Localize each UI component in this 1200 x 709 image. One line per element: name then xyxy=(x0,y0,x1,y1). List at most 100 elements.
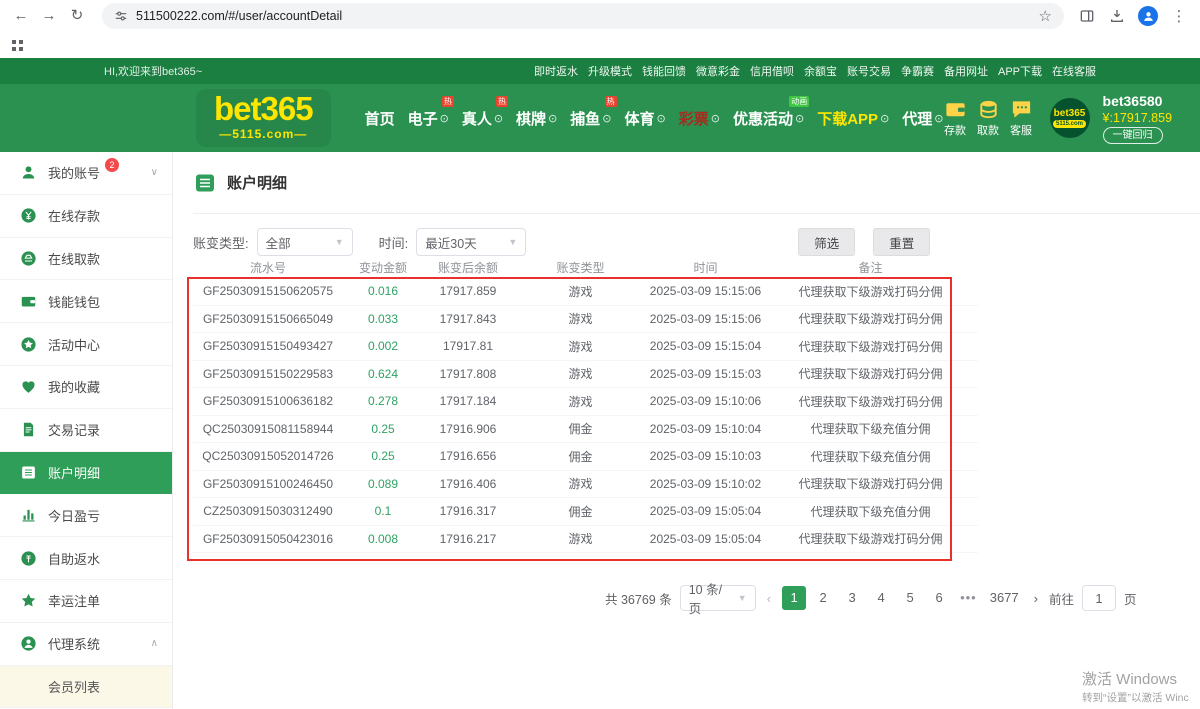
sidebar-item-agent-system[interactable]: 代理系统∧ xyxy=(0,623,172,666)
topbar-link[interactable]: 升级模式 xyxy=(588,63,632,79)
sidebar: 我的账号2∨ 在线存款在线取款钱能钱包活动中心我的收藏交易记录账户明细今日盈亏自助… xyxy=(0,152,173,709)
profile-avatar[interactable] xyxy=(1138,6,1158,26)
sidebar-item-qianneng-wallet[interactable]: 钱能钱包 xyxy=(0,280,172,323)
nav-item-download-app[interactable]: 下载APP⊙ xyxy=(817,108,889,129)
menu-icon[interactable]: ⋮ xyxy=(1170,7,1188,25)
side-panel-icon[interactable] xyxy=(1078,7,1096,25)
nav-item-slots[interactable]: 电子⊙热 xyxy=(408,108,449,129)
topbar-link[interactable]: 在线客服 xyxy=(1052,63,1096,79)
sidebar-item-member-list[interactable]: 会员列表 xyxy=(0,666,172,709)
page-button[interactable]: 4 xyxy=(869,586,893,610)
sidebar-item-label: 在线存款 xyxy=(48,206,100,225)
sidebar-item-activity-center[interactable]: 活动中心 xyxy=(0,323,172,366)
bookmark-star-icon[interactable]: ☆ xyxy=(1039,7,1052,25)
page-button[interactable]: 3 xyxy=(840,586,864,610)
topbar-link[interactable]: 微意彩金 xyxy=(696,63,740,79)
page-button[interactable]: 5 xyxy=(898,586,922,610)
cell-amount: 0.25 xyxy=(343,422,423,436)
sidebar-item-my-favorites[interactable]: 我的收藏 xyxy=(0,366,172,409)
page-list: 123456•••3677 xyxy=(782,586,1023,610)
sidebar-item-online-withdraw[interactable]: 在线取款 xyxy=(0,238,172,281)
next-page-button[interactable]: › xyxy=(1031,591,1041,606)
nav-item-promotions[interactable]: 优惠活动⊙动画 xyxy=(733,108,804,129)
chevron-down-icon: ∨ xyxy=(151,167,158,178)
circle-dot-icon: ⊙ xyxy=(657,112,666,125)
sidebar-item-online-deposit[interactable]: 在线存款 xyxy=(0,195,172,238)
nav-item-agent[interactable]: 代理⊙ xyxy=(902,108,943,129)
rebate-icon xyxy=(20,550,37,567)
deposit-icon xyxy=(20,207,37,224)
cell-type: 游戏 xyxy=(513,365,648,382)
prev-page-button[interactable]: ‹ xyxy=(764,591,774,606)
url-bar[interactable]: 511500222.com/#/user/accountDetail ☆ xyxy=(102,3,1064,29)
topbar-link[interactable]: APP下载 xyxy=(998,63,1042,79)
topbar-link[interactable]: 余额宝 xyxy=(804,63,837,79)
time-filter-label: 时间: xyxy=(379,233,409,252)
nav-item-lottery[interactable]: 彩票⊙ xyxy=(679,108,720,129)
quick-action-deposit[interactable]: 存款 xyxy=(944,98,967,138)
filter-button[interactable]: 筛选 xyxy=(798,228,855,256)
topbar-link[interactable]: 账号交易 xyxy=(847,63,891,79)
site-settings-icon[interactable] xyxy=(114,9,128,23)
account-detail-icon xyxy=(193,171,217,195)
cell-time: 2025-03-09 15:05:04 xyxy=(648,504,763,518)
column-header: 流水号 xyxy=(193,259,343,276)
screen: ← → ↻ 511500222.com/#/user/accountDetail… xyxy=(0,0,1200,709)
reload-icon[interactable]: ↻ xyxy=(66,5,88,27)
page-button[interactable]: 6 xyxy=(927,586,951,610)
sidebar-item-label: 我的账号 xyxy=(48,163,100,182)
url-text: 511500222.com/#/user/accountDetail xyxy=(136,9,1031,23)
coins-yellow-icon xyxy=(977,98,1000,121)
sidebar-item-label: 今日盈亏 xyxy=(48,506,100,525)
quick-action-withdraw[interactable]: 取款 xyxy=(977,98,1000,138)
nav-item-live[interactable]: 真人⊙热 xyxy=(462,108,503,129)
topbar-link[interactable]: 信用借呗 xyxy=(750,63,794,79)
cell-balance-after: 17916.656 xyxy=(423,449,513,463)
topbar-link[interactable]: 争霸赛 xyxy=(901,63,934,79)
apps-grid-icon[interactable] xyxy=(12,40,23,51)
cell-time: 2025-03-09 15:10:02 xyxy=(648,477,763,491)
sidebar-item-self-rebate[interactable]: 自助返水 xyxy=(0,537,172,580)
quick-action-label: 客服 xyxy=(1010,122,1032,138)
sidebar-item-lucky-bets[interactable]: 幸运注单 xyxy=(0,580,172,623)
quick-action-label: 存款 xyxy=(944,122,966,138)
sidebar-item-today-profit[interactable]: 今日盈亏 xyxy=(0,494,172,537)
back-icon[interactable]: ← xyxy=(10,5,32,27)
goto-suffix: 页 xyxy=(1124,589,1137,608)
forward-icon[interactable]: → xyxy=(38,5,60,27)
time-select-value: 最近30天 xyxy=(425,233,476,252)
cell-remark: 代理获取下级游戏打码分佣 xyxy=(763,530,978,547)
cell-balance-after: 17916.217 xyxy=(423,532,513,546)
quick-action-service[interactable]: 客服 xyxy=(1010,98,1033,138)
cell-time: 2025-03-09 15:15:06 xyxy=(648,312,763,326)
quick-action-label: 取款 xyxy=(977,122,999,138)
sidebar-item-transaction-records[interactable]: 交易记录 xyxy=(0,409,172,452)
page-button[interactable]: 3677 xyxy=(986,586,1023,610)
nav-item-home[interactable]: 首页 xyxy=(365,108,395,129)
nav-item-fishing[interactable]: 捕鱼⊙热 xyxy=(570,108,611,129)
page-button[interactable]: 1 xyxy=(782,586,806,610)
circle-dot-icon: ⊙ xyxy=(602,112,611,125)
sidebar-item-my-account[interactable]: 我的账号2∨ xyxy=(0,152,172,195)
topbar-link[interactable]: 钱能回馈 xyxy=(642,63,686,79)
reset-button[interactable]: 重置 xyxy=(873,228,930,256)
site-logo[interactable]: bet365 —5115.com— xyxy=(196,89,331,147)
topbar-link[interactable]: 即时返水 xyxy=(534,63,578,79)
circle-dot-icon: ⊙ xyxy=(880,112,889,125)
topbar-link[interactable]: 备用网址 xyxy=(944,63,988,79)
username: bet36580 xyxy=(1103,93,1163,109)
download-icon[interactable] xyxy=(1108,7,1126,25)
table-row: GF250309151002464500.08917916.406游戏2025-… xyxy=(193,471,978,499)
time-select[interactable]: 最近30天 ▼ xyxy=(416,228,526,256)
one-key-recall-button[interactable]: 一键回归 xyxy=(1103,127,1163,144)
per-page-select[interactable]: 10 条/页 ▼ xyxy=(680,585,756,611)
cell-remark: 代理获取下级充值分佣 xyxy=(763,503,978,520)
type-select[interactable]: 全部 ▼ xyxy=(257,228,353,256)
chat-yellow-icon xyxy=(1010,98,1033,121)
page-button[interactable]: 2 xyxy=(811,586,835,610)
goto-page-input[interactable] xyxy=(1082,585,1116,611)
welcome-text: HI,欢迎来到bet365~ xyxy=(104,63,202,79)
nav-item-chess[interactable]: 棋牌⊙ xyxy=(516,108,557,129)
sidebar-item-account-detail[interactable]: 账户明细 xyxy=(0,452,172,495)
nav-item-sports[interactable]: 体育⊙ xyxy=(625,108,666,129)
